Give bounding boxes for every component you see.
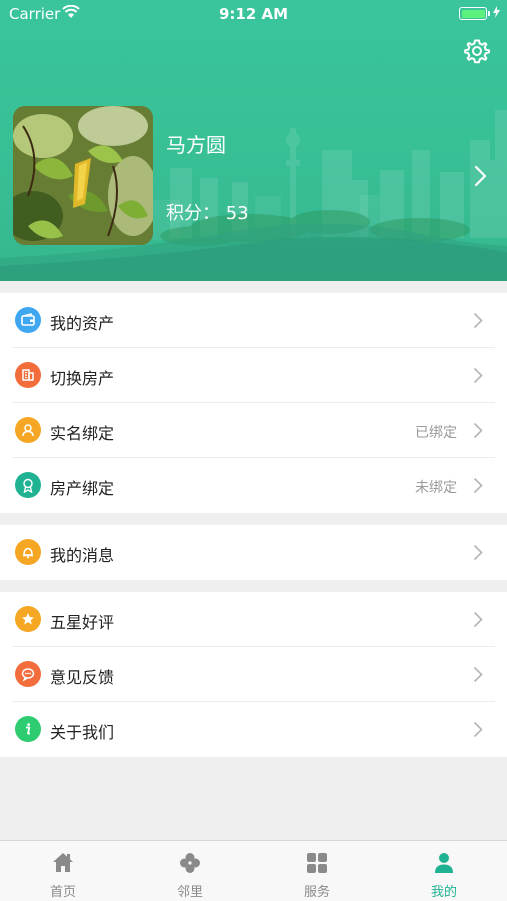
tab-label: 邻里: [176, 885, 203, 900]
avatar-photo: [13, 106, 153, 245]
info-icon: [15, 716, 41, 742]
menu-item-switch-property[interactable]: 切换房产: [0, 348, 507, 403]
tab-label: 我的: [430, 885, 457, 900]
bell-icon: [15, 539, 41, 565]
chevron-right-icon[interactable]: [472, 164, 490, 188]
user-verify-icon: [15, 417, 41, 443]
home-icon: [53, 853, 73, 872]
battery-icon: [459, 7, 490, 20]
chevron-right-icon: [473, 611, 483, 628]
menu-item-label: 我的资产: [50, 314, 115, 333]
menu-item-real-name-binding[interactable]: 实名绑定 已绑定: [0, 403, 507, 458]
chevron-right-icon: [473, 422, 483, 439]
points-label: 积分： 53: [166, 203, 249, 224]
menu-item-status: 已绑定: [415, 425, 457, 441]
menu-item-label: 意见反馈: [50, 668, 115, 687]
menu-item-property-binding[interactable]: 房产绑定 未绑定: [0, 458, 507, 513]
clover-icon: [180, 853, 200, 873]
badge-icon: [15, 472, 41, 498]
chevron-right-icon: [473, 477, 483, 494]
person-icon: [435, 853, 453, 873]
chevron-right-icon: [473, 312, 483, 329]
building-icon: [15, 362, 41, 388]
menu-item-label: 房产绑定: [50, 479, 115, 498]
tab-services[interactable]: 服务: [254, 841, 380, 901]
menu-item-feedback[interactable]: 意见反馈: [0, 647, 507, 702]
chevron-right-icon: [473, 367, 483, 384]
asset-menu-group: 我的资产 切换房产 实名绑定 已绑定 房产绑定 未绑定: [0, 293, 507, 513]
chevron-right-icon: [473, 721, 483, 738]
chevron-right-icon: [473, 666, 483, 683]
menu-item-label: 关于我们: [50, 723, 115, 742]
about-menu-group: 五星好评 意见反馈 关于我们: [0, 592, 507, 757]
tab-home[interactable]: 首页: [0, 841, 126, 901]
star-icon: [15, 606, 41, 632]
tab-bar: 首页 邻里 服务 我的: [0, 840, 507, 901]
clock: 9:12 AM: [218, 5, 289, 23]
tab-label: 首页: [49, 885, 76, 900]
menu-item-label: 五星好评: [50, 613, 115, 632]
menu-item-about-us[interactable]: 关于我们: [0, 702, 507, 757]
status-bar: Carrier 9:12 AM: [0, 0, 507, 28]
menu-item-status: 未绑定: [415, 480, 457, 496]
tab-label: 服务: [303, 885, 330, 900]
menu-item-my-messages[interactable]: 我的消息: [0, 525, 507, 580]
user-name: 马方圆: [166, 133, 226, 157]
charging-bolt-icon: [493, 6, 500, 18]
wallet-icon: [15, 307, 41, 333]
menu-item-label: 实名绑定: [50, 424, 115, 443]
menu-item-label: 切换房产: [50, 369, 115, 388]
menu-item-my-assets[interactable]: 我的资产: [0, 293, 507, 348]
message-menu-group: 我的消息: [0, 525, 507, 580]
menu-item-five-star-review[interactable]: 五星好评: [0, 592, 507, 647]
chat-icon: [15, 661, 41, 687]
menu-item-label: 我的消息: [50, 546, 115, 565]
grid-icon: [307, 853, 327, 873]
settings-gear-icon[interactable]: [464, 38, 490, 64]
avatar[interactable]: [13, 106, 153, 245]
profile-header: Carrier 9:12 AM 马方圆 积分： 53: [0, 0, 507, 281]
chevron-right-icon: [473, 544, 483, 561]
tab-mine[interactable]: 我的: [381, 841, 507, 901]
tab-neighborhood[interactable]: 邻里: [127, 841, 253, 901]
